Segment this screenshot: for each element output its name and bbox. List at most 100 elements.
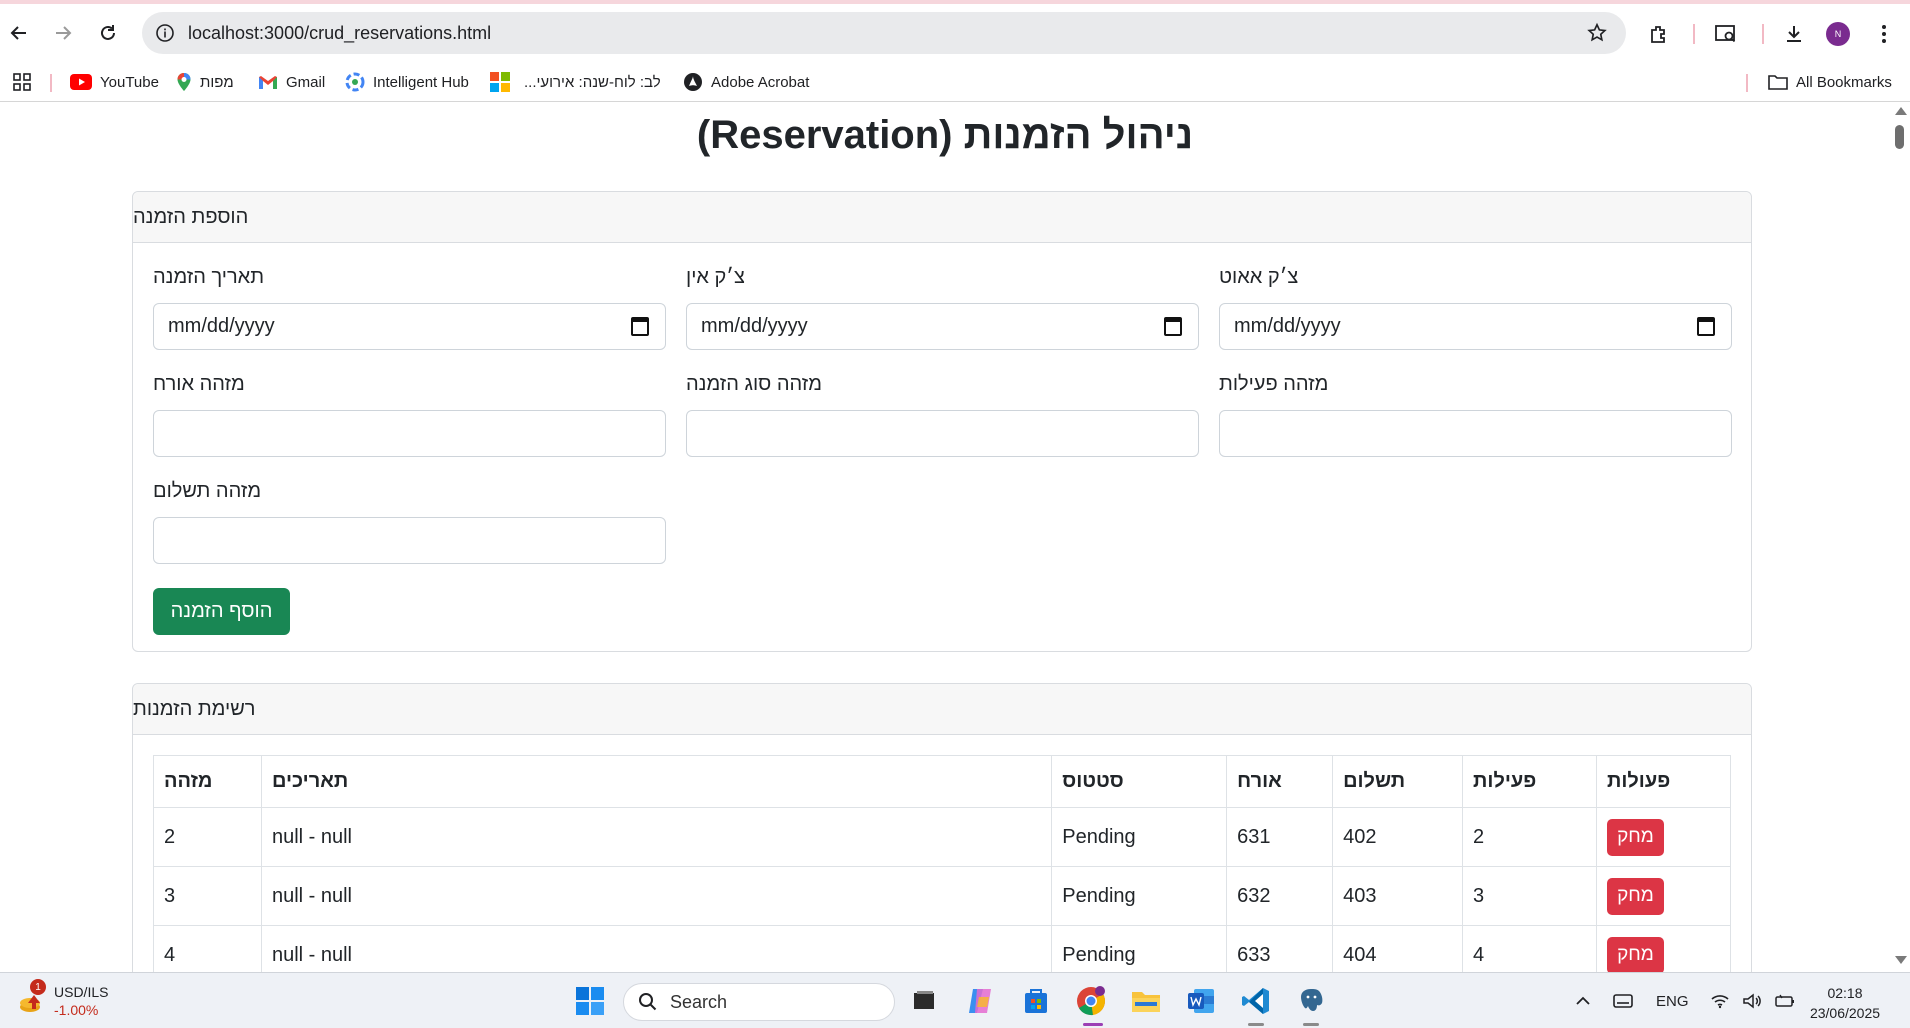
calendar-icon[interactable] xyxy=(631,317,649,336)
bookmark-maps[interactable]: מפות xyxy=(176,62,234,102)
address-bar[interactable]: localhost:3000/crud_reservations.html xyxy=(142,12,1626,54)
cell-id: 2 xyxy=(153,807,262,867)
check-in-label: צ׳ק אין xyxy=(686,266,745,288)
check-out-input[interactable]: mm/dd/yyyy xyxy=(1219,303,1732,350)
cell-status: Pending xyxy=(1051,925,1228,972)
taskbar-chrome[interactable] xyxy=(1073,983,1109,1019)
reload-button[interactable] xyxy=(93,18,123,48)
forward-arrow-icon xyxy=(56,26,72,40)
system-tray-status[interactable] xyxy=(1710,973,1796,1028)
extensions-icon[interactable] xyxy=(1645,20,1673,48)
folder-icon xyxy=(1768,75,1788,90)
show-hidden-icons[interactable] xyxy=(1575,973,1591,1028)
profile-avatar[interactable]: N xyxy=(1826,22,1850,46)
delete-button[interactable]: מחק xyxy=(1606,818,1664,856)
copilot-icon xyxy=(969,989,991,1013)
taskbar-store[interactable] xyxy=(1018,983,1054,1019)
date-placeholder: mm/dd/yyyy xyxy=(168,315,275,337)
bookmark-label: Intelligent Hub xyxy=(373,73,469,91)
windows-logo-icon xyxy=(576,987,604,1015)
page-scrollbar[interactable] xyxy=(1890,103,1910,972)
scroll-down-arrow-icon[interactable] xyxy=(1895,956,1907,964)
booking-type-id-input[interactable] xyxy=(686,410,1199,457)
calendar-icon[interactable] xyxy=(1164,317,1182,336)
input-language[interactable]: ENG xyxy=(1656,973,1689,1028)
table-row: 2 null - null Pending 631 402 2 מחק xyxy=(153,807,1732,867)
reservations-list-header: רשימת הזמנות xyxy=(133,684,1751,735)
taskbar-file-explorer[interactable] xyxy=(1128,983,1164,1019)
bookmark-gmail[interactable]: Gmail xyxy=(258,62,325,102)
delete-button[interactable]: מחק xyxy=(1606,936,1664,972)
cell-activity: 4 xyxy=(1462,925,1597,972)
acrobat-icon xyxy=(684,73,702,91)
guest-id-input[interactable] xyxy=(153,410,666,457)
folder-icon xyxy=(1132,992,1160,1012)
system-clock[interactable]: 02:18 23/06/2025 xyxy=(1790,983,1900,1023)
word-icon xyxy=(1188,989,1214,1013)
booking-date-input[interactable]: mm/dd/yyyy xyxy=(153,303,666,350)
ticker-change: -1.00% xyxy=(54,1002,99,1018)
start-button[interactable] xyxy=(572,983,608,1019)
bookmark-calendar[interactable]: לב: לוח-שנה: אירועי... xyxy=(490,62,661,102)
date-placeholder: mm/dd/yyyy xyxy=(701,315,808,337)
bookmark-adobe-acrobat[interactable]: Adobe Acrobat xyxy=(683,62,809,102)
column-header-payment: תשלום xyxy=(1332,755,1464,808)
search-placeholder: Search xyxy=(670,991,728,1012)
bookmark-intelligent-hub[interactable]: Intelligent Hub xyxy=(345,62,469,102)
cell-payment: 404 xyxy=(1332,925,1464,972)
wifi-icon xyxy=(1711,995,1729,1009)
clock-time: 02:18 xyxy=(1827,985,1863,1001)
apps-grid-icon[interactable] xyxy=(12,62,32,102)
check-out-label: צ׳ק אאוט xyxy=(1219,266,1299,288)
cell-dates: null - null xyxy=(260,925,1053,972)
bookmark-label: Gmail xyxy=(286,73,326,91)
cell-status: Pending xyxy=(1051,807,1228,867)
taskbar-vscode[interactable] xyxy=(1238,983,1274,1019)
chrome-running-indicator xyxy=(1083,1023,1103,1026)
gmail-icon xyxy=(259,76,277,89)
check-in-input[interactable]: mm/dd/yyyy xyxy=(686,303,1199,350)
delete-button[interactable]: מחק xyxy=(1606,877,1664,915)
keyboard-icon xyxy=(1613,994,1633,1008)
site-info-icon[interactable] xyxy=(154,22,176,44)
bookmark-label: לב: לוח-שנה: אירועי... xyxy=(524,73,661,91)
task-view-icon xyxy=(914,991,934,1009)
booking-date-label: תאריך הזמנה xyxy=(153,266,265,288)
scroll-up-arrow-icon[interactable] xyxy=(1895,107,1907,115)
taskbar-copilot[interactable] xyxy=(962,983,998,1019)
activities-id-label: מזהה פעילות xyxy=(1219,373,1329,395)
all-bookmarks[interactable]: All Bookmarks xyxy=(1768,62,1892,102)
page-title: ניהול הזמנות (Reservation) xyxy=(696,113,1194,157)
calendar-icon[interactable] xyxy=(1697,317,1715,336)
downloads-icon[interactable] xyxy=(1780,20,1808,48)
cell-guest: 632 xyxy=(1226,866,1334,926)
clock-date: 23/06/2025 xyxy=(1809,1005,1881,1021)
cell-payment: 403 xyxy=(1332,866,1464,926)
bookmark-youtube[interactable]: YouTube xyxy=(70,62,159,102)
add-reservation-card: הוספת הזמנה תאריך הזמנה mm/dd/yyyy צ׳ק א… xyxy=(132,191,1752,652)
browser-menu-icon[interactable] xyxy=(1870,20,1898,48)
taskbar-search[interactable]: Search xyxy=(623,983,895,1021)
notification-badge: 1 xyxy=(30,979,46,995)
postgres-running-indicator xyxy=(1303,1023,1319,1026)
currency-widget[interactable]: 1 USD/ILS -1.00% xyxy=(18,979,108,1019)
payment-id-input[interactable] xyxy=(153,517,666,564)
taskbar-postgres[interactable] xyxy=(1293,983,1329,1019)
cell-actions: מחק xyxy=(1595,925,1732,972)
tab-search-icon[interactable] xyxy=(1712,20,1740,48)
date-placeholder: mm/dd/yyyy xyxy=(1234,315,1341,337)
add-reservation-button[interactable]: הוסף הזמנה xyxy=(153,588,290,635)
touch-keyboard[interactable] xyxy=(1612,973,1634,1028)
forward-button[interactable] xyxy=(48,18,78,48)
scrollbar-thumb[interactable] xyxy=(1895,125,1904,149)
cell-id: 4 xyxy=(153,925,262,972)
bookmark-star-icon[interactable] xyxy=(1586,22,1608,49)
back-button[interactable] xyxy=(4,18,34,48)
activities-id-input[interactable] xyxy=(1219,410,1732,457)
chevron-up-icon xyxy=(1576,996,1590,1005)
booking-type-id-label: מזהה סוג הזמנה xyxy=(686,373,822,395)
cell-dates: null - null xyxy=(260,807,1053,867)
taskbar-task-view[interactable] xyxy=(906,983,942,1019)
taskbar-word[interactable] xyxy=(1183,983,1219,1019)
maps-pin-icon xyxy=(177,73,191,91)
